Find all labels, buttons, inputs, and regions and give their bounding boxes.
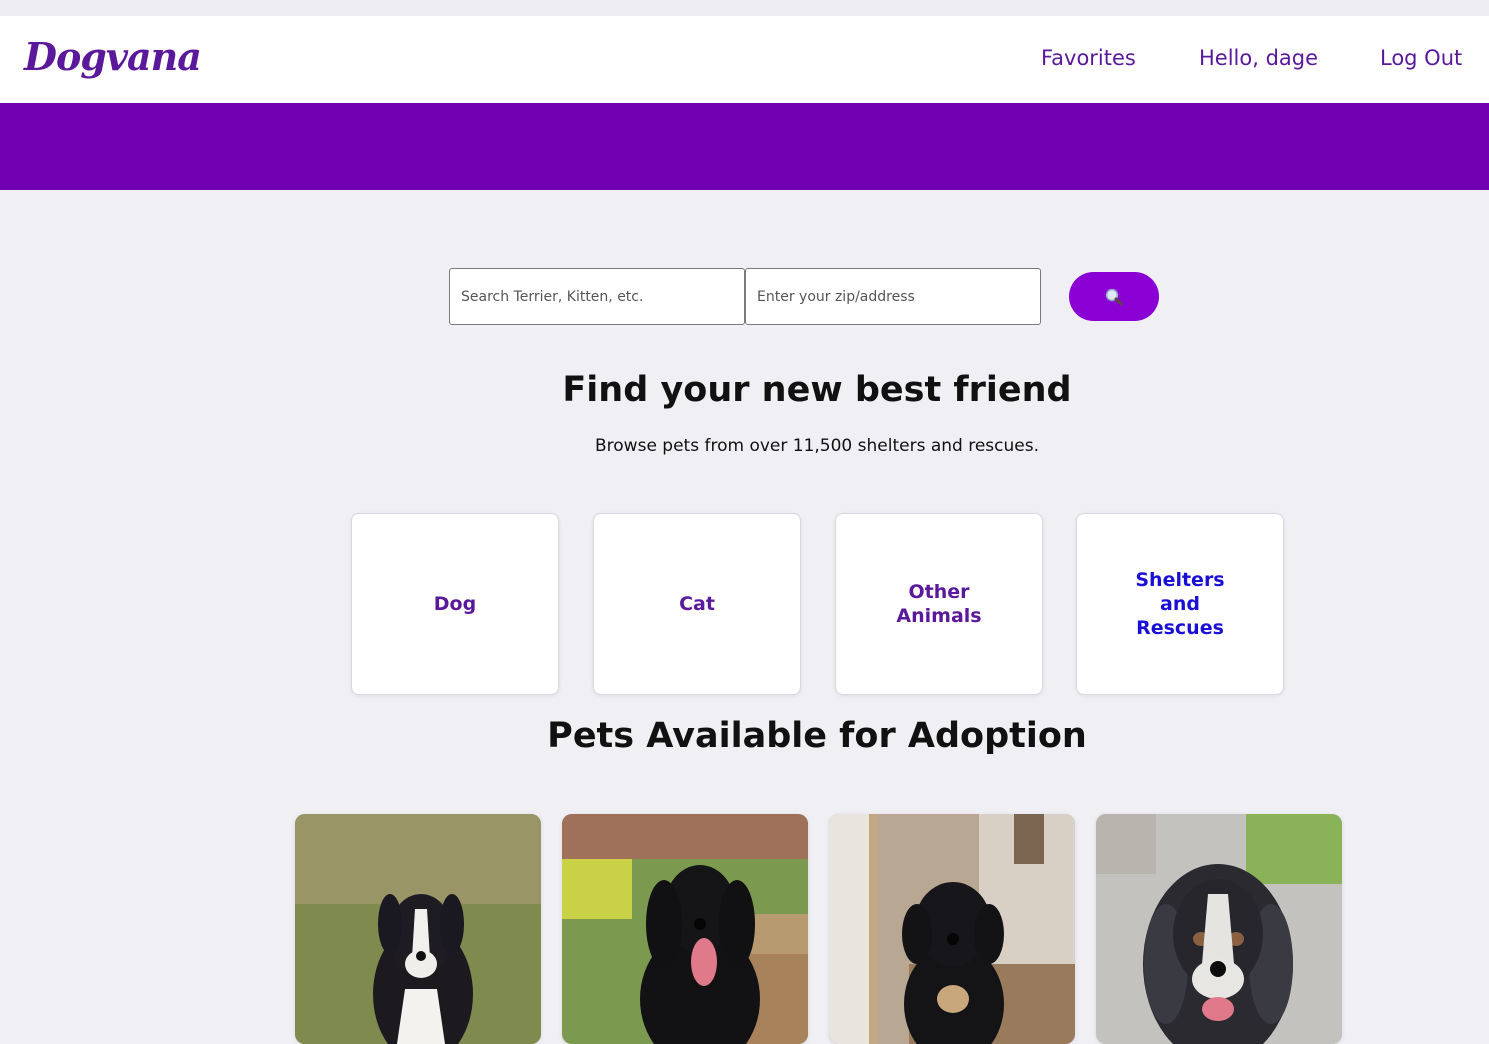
pet-card[interactable] (562, 814, 808, 1044)
category-card-cat[interactable]: Cat (593, 513, 801, 695)
category-label: Dog (433, 593, 477, 615)
hero-subtitle: Browse pets from over 11,500 shelters an… (595, 436, 1039, 456)
pet-photo (295, 814, 541, 1044)
category-card-shelters[interactable]: Shelters and Rescues (1076, 513, 1284, 695)
pet-photo (829, 814, 1075, 1044)
pet-card[interactable] (295, 814, 541, 1044)
nav-greeting-link[interactable]: Hello, dage (1199, 46, 1318, 70)
category-label: Other Animals (896, 581, 982, 627)
nav-favorites-link[interactable]: Favorites (1041, 46, 1136, 70)
category-card-dog[interactable]: Dog (351, 513, 559, 695)
category-label: Shelters and Rescues (1135, 569, 1225, 639)
top-strip (0, 0, 1489, 16)
pet-photo (1096, 814, 1342, 1044)
category-label: Cat (679, 593, 715, 615)
location-search-input[interactable] (745, 268, 1041, 325)
pet-search-input[interactable] (449, 268, 745, 325)
banner (0, 103, 1489, 190)
pets-section-title: Pets Available for Adoption (547, 716, 1087, 756)
logo[interactable]: Dogvana (24, 34, 202, 79)
pet-photo (562, 814, 808, 1044)
search-icon (1105, 288, 1123, 305)
nav-logout-link[interactable]: Log Out (1380, 46, 1462, 70)
category-card-other-animals[interactable]: Other Animals (835, 513, 1043, 695)
search-button[interactable] (1069, 272, 1159, 321)
pet-card[interactable] (1096, 814, 1342, 1044)
pet-card[interactable] (829, 814, 1075, 1044)
hero-title: Find your new best friend (562, 370, 1072, 410)
navbar: Dogvana Favorites Hello, dage Log Out (0, 16, 1489, 103)
